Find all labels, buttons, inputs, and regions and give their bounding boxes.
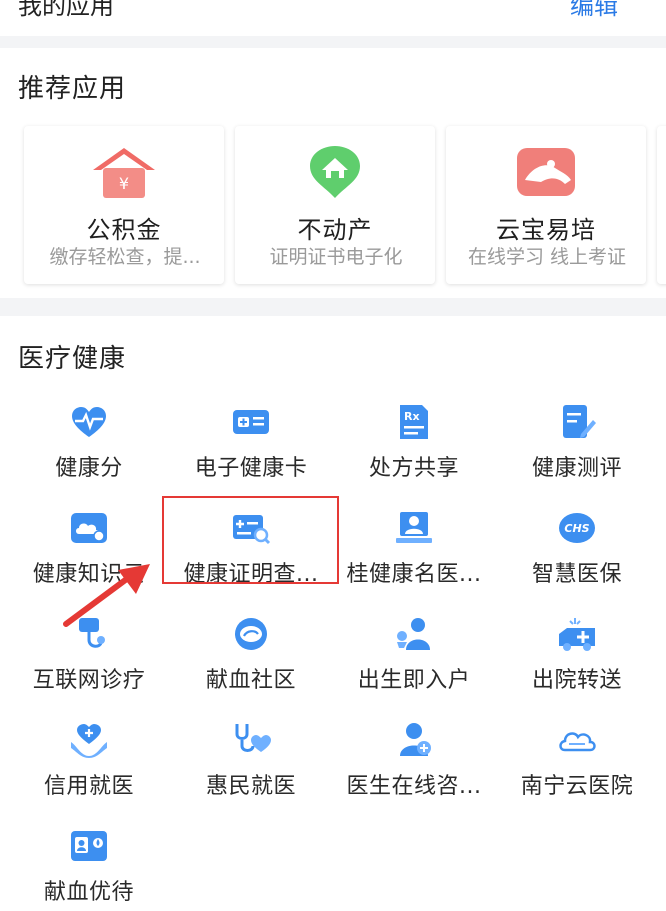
edit-button[interactable]: 编辑: [570, 0, 618, 21]
svg-text:¥: ¥: [119, 174, 129, 193]
app-label: 信用就医: [43, 774, 134, 799]
svg-text:Rx: Rx: [404, 410, 420, 423]
rec-card-name: 不动产: [297, 216, 373, 244]
app-label: 出生即入户: [357, 668, 471, 693]
knowledge-cloud-icon: [71, 513, 107, 543]
app-label: 桂健康名医...: [346, 562, 482, 587]
medical-title: 医疗健康: [18, 344, 127, 374]
rec-card-desc: 在线学习 线上考证: [467, 246, 627, 268]
app-health-certificate[interactable]: 健康证明查...: [168, 510, 334, 606]
recommended-section: 推荐应用 ¥ 公积金 缴存轻松查，提... 不动产 证明证书电子化 云宝易培 在…: [0, 48, 666, 298]
app-internet-diagnosis[interactable]: 互联网诊疗: [6, 616, 172, 712]
app-public-medical[interactable]: 惠民就医: [168, 722, 334, 818]
app-prescription[interactable]: Rx 处方共享: [331, 404, 497, 500]
rec-card-name: 公积金: [86, 216, 162, 244]
health-certificate-icon: [233, 515, 271, 545]
assessment-icon: [563, 405, 596, 438]
app-doctor-online[interactable]: 医生在线咨...: [331, 722, 497, 818]
app-discharge-transfer[interactable]: 出院转送: [494, 616, 660, 712]
app-label: 健康分: [55, 456, 123, 481]
rec-card-housing-fund[interactable]: ¥ 公积金 缴存轻松查，提...: [24, 126, 224, 284]
app-label: 南宁云医院: [520, 774, 634, 799]
app-label: 电子健康卡: [194, 456, 308, 481]
app-label: 出院转送: [531, 668, 622, 693]
doctor-icon: [396, 512, 432, 543]
app-label: 互联网诊疗: [32, 668, 146, 693]
app-donor-benefits[interactable]: 献血优待: [6, 828, 172, 911]
real-estate-icon: [310, 146, 360, 198]
rec-card-name: 云宝易培: [496, 216, 596, 244]
svg-text:CHS: CHS: [564, 522, 589, 535]
app-label: 健康测评: [531, 456, 622, 481]
heartbeat-icon: [72, 407, 106, 437]
app-label: 惠民就医: [205, 774, 296, 799]
stethoscope-heart-icon: [235, 724, 271, 752]
my-apps-title: 我的应用: [18, 0, 114, 20]
app-credit-medical[interactable]: 信用就医: [6, 722, 172, 818]
doctor-online-icon: [400, 723, 431, 756]
app-blood-community[interactable]: 献血社区: [168, 616, 334, 712]
medical-insurance-icon: CHS: [559, 513, 595, 543]
rec-card-partial[interactable]: [657, 126, 666, 284]
app-health-card[interactable]: 电子健康卡: [168, 404, 334, 500]
rec-card-desc: 证明证书电子化: [269, 246, 403, 268]
cloud-hospital-icon: [559, 732, 596, 752]
housing-fund-icon: ¥: [93, 148, 155, 198]
rec-card-real-estate[interactable]: 不动产 证明证书电子化: [235, 126, 435, 284]
recommended-title: 推荐应用: [18, 74, 127, 104]
app-label: 健康知识云: [32, 562, 146, 587]
ambulance-icon: [559, 618, 595, 651]
app-label: 处方共享: [368, 456, 459, 481]
app-smart-insurance[interactable]: CHS 智慧医保: [494, 510, 660, 606]
app-label: 献血优待: [43, 880, 134, 905]
health-card-icon: [233, 410, 269, 434]
app-cloud-hospital[interactable]: 南宁云医院: [494, 722, 660, 818]
rec-card-training[interactable]: 云宝易培 在线学习 线上考证: [446, 126, 646, 284]
stethoscope-icon: [79, 618, 105, 648]
blood-community-icon: [235, 618, 267, 650]
app-knowledge-cloud[interactable]: 健康知识云: [6, 510, 172, 606]
my-apps-section: 我的应用 编辑: [0, 0, 666, 36]
heart-hands-icon: [71, 724, 107, 758]
app-label: 健康证明查...: [183, 562, 319, 587]
prescription-icon: Rx: [400, 405, 428, 439]
donor-card-icon: [71, 831, 107, 861]
newborn-icon: [397, 618, 430, 650]
app-newborn-registration[interactable]: 出生即入户: [331, 616, 497, 712]
app-label: 医生在线咨...: [346, 774, 482, 799]
app-label: 智慧医保: [531, 562, 622, 587]
rec-card-desc: 缴存轻松查，提...: [49, 246, 201, 268]
app-health-score[interactable]: 健康分: [6, 404, 172, 500]
training-icon: [517, 148, 575, 196]
app-health-assessment[interactable]: 健康测评: [494, 404, 660, 500]
app-famous-doctor[interactable]: 桂健康名医...: [331, 510, 497, 606]
app-label: 献血社区: [205, 668, 296, 693]
